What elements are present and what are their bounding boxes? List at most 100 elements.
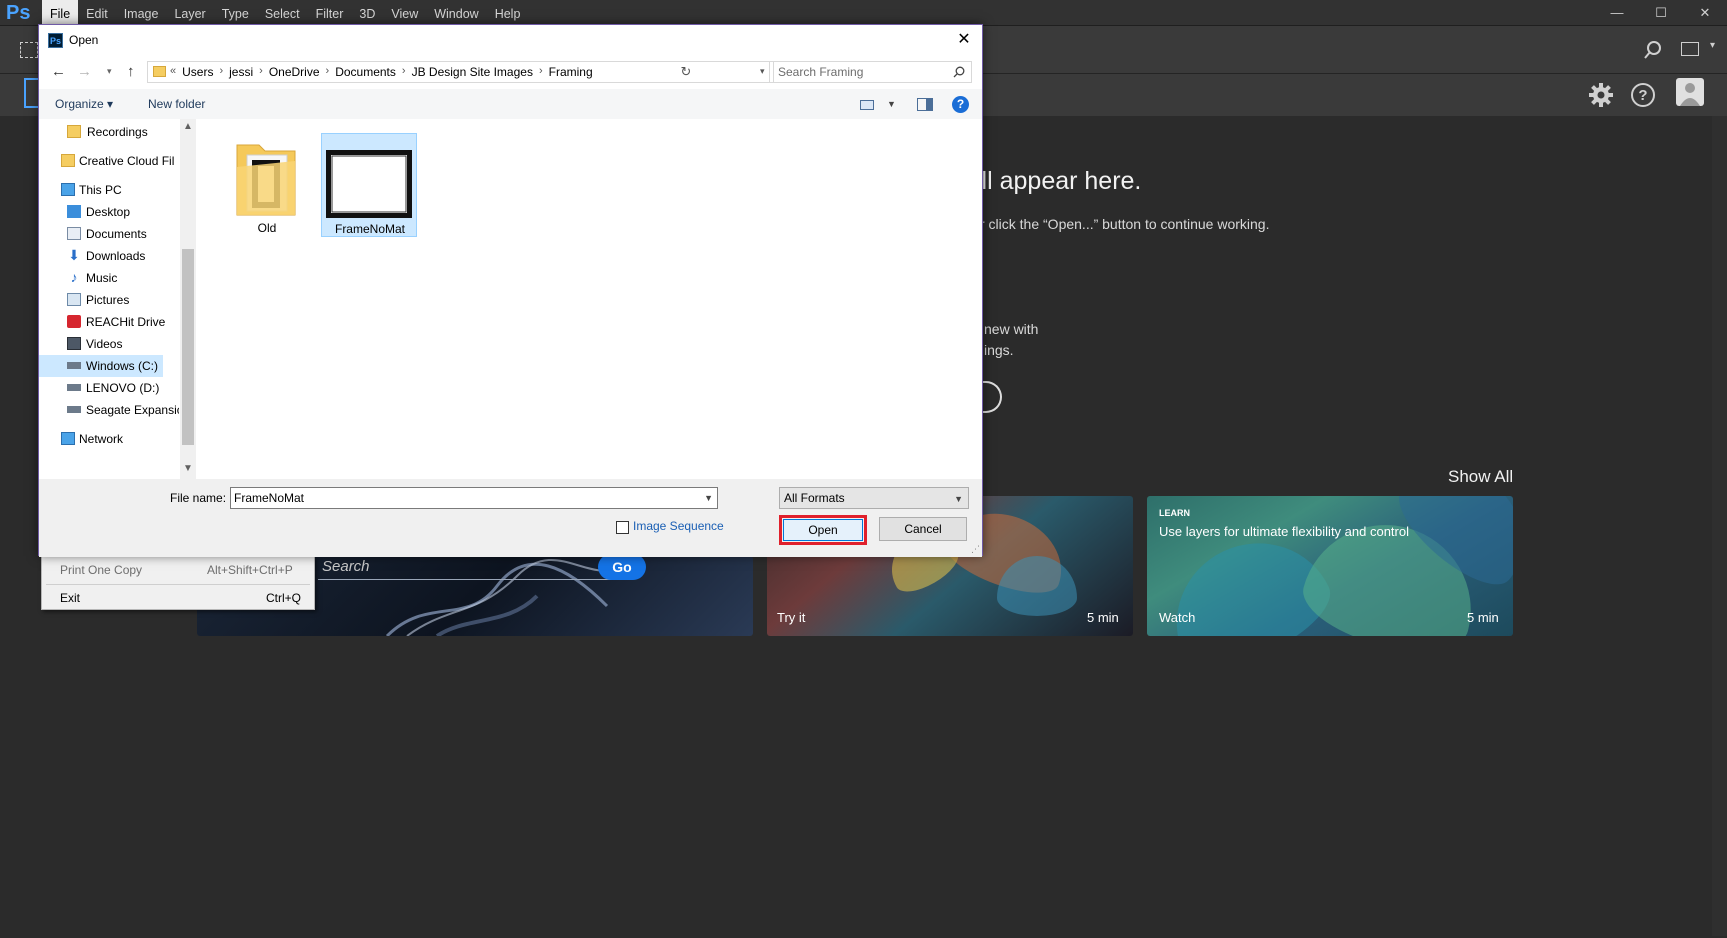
search-icon[interactable] — [953, 66, 965, 78]
workspace-icon[interactable] — [1681, 42, 1699, 56]
home-logo-icon[interactable] — [24, 78, 38, 108]
search-input[interactable] — [770, 62, 950, 82]
change-view-icon[interactable] — [860, 100, 874, 110]
open-button[interactable]: Open — [783, 519, 863, 541]
nav-item-reachit-drive[interactable]: REACHit Drive — [39, 311, 179, 333]
nav-item-network[interactable]: Network — [39, 428, 179, 450]
chevron-right-icon[interactable]: › — [402, 65, 406, 79]
music-icon: ♪ — [70, 269, 78, 285]
menu-3d[interactable]: 3D — [351, 0, 383, 26]
breadcrumb-item[interactable]: jessi — [229, 65, 253, 79]
nav-item-pictures[interactable]: Pictures — [39, 289, 179, 311]
refresh-icon[interactable]: ↻ — [676, 61, 696, 83]
search-icon[interactable] — [1643, 40, 1663, 60]
file-format-select[interactable]: All Formats ▼ — [779, 487, 969, 509]
nav-item-videos[interactable]: Videos — [39, 333, 179, 355]
chevron-down-icon[interactable]: ▼ — [887, 99, 896, 109]
nav-pane-scrollbar[interactable]: ▲ ▼ — [180, 119, 196, 479]
close-icon[interactable]: ✕ — [946, 25, 982, 55]
creative-cloud-icon — [61, 154, 75, 167]
breadcrumb-item[interactable]: OneDrive — [269, 65, 320, 79]
file-item-old[interactable]: Old — [219, 133, 315, 237]
chevron-right-icon[interactable]: › — [539, 65, 543, 79]
menu-file[interactable]: File — [42, 0, 79, 26]
nav-item-seagate[interactable]: Seagate Expansic — [39, 399, 179, 421]
menu-window[interactable]: Window — [426, 0, 486, 26]
learn-duration: 5 min — [1467, 610, 1499, 625]
image-sequence-label[interactable]: Image Sequence — [633, 519, 724, 533]
chevron-right-icon[interactable]: › — [326, 65, 330, 79]
breadcrumb-item[interactable]: Users — [182, 65, 213, 79]
photoshop-app-icon: Ps — [48, 33, 63, 48]
help-icon[interactable]: ? — [1628, 80, 1658, 110]
file-item-framenomat[interactable]: FrameNoMat — [321, 133, 417, 237]
nav-item-windows-c[interactable]: Windows (C:) — [39, 355, 163, 377]
nav-item-label: Creative Cloud Fil — [79, 154, 175, 168]
scroll-up-icon[interactable]: ▲ — [183, 121, 193, 132]
nav-item-this-pc[interactable]: This PC — [39, 179, 179, 201]
breadcrumb-item-current[interactable]: Framing — [549, 65, 593, 79]
chevron-down-icon[interactable]: ▾ — [760, 66, 765, 77]
videos-icon — [67, 337, 81, 350]
file-name-input[interactable] — [231, 488, 699, 508]
preview-pane-icon[interactable] — [917, 98, 933, 111]
scroll-thumb[interactable] — [182, 249, 194, 445]
chevron-right-icon[interactable]: › — [219, 65, 223, 79]
breadcrumb-overflow[interactable]: « — [170, 65, 176, 79]
forward-arrow-icon[interactable]: → — [77, 63, 92, 80]
nav-item-music[interactable]: ♪ Music — [39, 267, 179, 289]
nav-item-lenovo-d[interactable]: LENOVO (D:) — [39, 377, 179, 399]
learn-search-input[interactable]: Search — [318, 556, 618, 580]
maximize-button[interactable]: ☐ — [1639, 0, 1683, 26]
resize-grip-icon[interactable]: ⋰ — [971, 544, 980, 555]
menu-filter[interactable]: Filter — [308, 0, 352, 26]
chevron-down-icon[interactable]: ▾ — [107, 66, 112, 77]
chevron-right-icon[interactable]: › — [259, 65, 263, 79]
cancel-button[interactable]: Cancel — [879, 517, 967, 541]
dialog-titlebar[interactable]: Ps Open ✕ — [39, 25, 982, 55]
nav-item-desktop[interactable]: Desktop — [39, 201, 179, 223]
nav-item-recordings[interactable]: Recordings — [39, 121, 179, 143]
nav-item-creative-cloud[interactable]: Creative Cloud Fil — [39, 150, 179, 172]
close-app-button[interactable]: ✕ — [1683, 0, 1727, 26]
tryit-duration: 5 min — [1087, 610, 1119, 625]
breadcrumb-item[interactable]: JB Design Site Images — [412, 65, 533, 79]
learn-card[interactable]: LEARN Use layers for ultimate flexibilit… — [1147, 496, 1513, 636]
back-arrow-icon[interactable]: ← — [51, 63, 66, 80]
show-all-link[interactable]: Show All — [1448, 467, 1513, 487]
scroll-down-icon[interactable]: ▼ — [183, 463, 193, 474]
drive-c-icon — [67, 362, 81, 369]
menu-item-print-one-copy[interactable]: Print One Copy Alt+Shift+Ctrl+P — [42, 557, 314, 583]
scrollbar[interactable] — [1712, 116, 1727, 936]
chevron-down-icon[interactable]: ▾ — [1710, 40, 1715, 51]
menu-edit[interactable]: Edit — [78, 0, 116, 26]
menu-layer[interactable]: Layer — [166, 0, 213, 26]
drive-d-icon — [67, 384, 81, 391]
nav-item-label: Downloads — [86, 249, 146, 263]
image-sequence-checkbox[interactable] — [616, 521, 629, 534]
menu-item-shortcut: Ctrl+Q — [266, 591, 302, 605]
recent-files-subtext: r click the “Open...” button to continue… — [980, 216, 1270, 232]
minimize-button[interactable]: — — [1595, 0, 1639, 26]
nav-item-documents[interactable]: Documents — [39, 223, 179, 245]
new-folder-button[interactable]: New folder — [148, 97, 205, 111]
help-icon[interactable]: ? — [952, 96, 969, 113]
menu-type[interactable]: Type — [214, 0, 257, 26]
menu-help[interactable]: Help — [487, 0, 529, 26]
breadcrumb-item[interactable]: Documents — [335, 65, 396, 79]
up-arrow-icon[interactable]: ↑ — [127, 63, 135, 80]
menu-item-exit[interactable]: Exit Ctrl+Q — [42, 585, 314, 611]
organize-button[interactable]: Organize ▾ — [55, 97, 113, 111]
ps-menubar: Ps File Edit Image Layer Type Select Fil… — [0, 0, 1727, 26]
network-icon — [61, 432, 75, 445]
menu-select[interactable]: Select — [257, 0, 308, 26]
marquee-tool-icon[interactable] — [20, 42, 38, 58]
learn-watch-label: Watch — [1159, 610, 1196, 625]
gear-icon[interactable] — [1586, 80, 1616, 110]
chevron-down-icon[interactable]: ▼ — [704, 493, 713, 503]
go-button[interactable]: Go — [598, 554, 646, 580]
menu-view[interactable]: View — [383, 0, 426, 26]
nav-item-downloads[interactable]: ⬇ Downloads — [39, 245, 179, 267]
avatar[interactable] — [1676, 78, 1704, 106]
menu-image[interactable]: Image — [116, 0, 167, 26]
